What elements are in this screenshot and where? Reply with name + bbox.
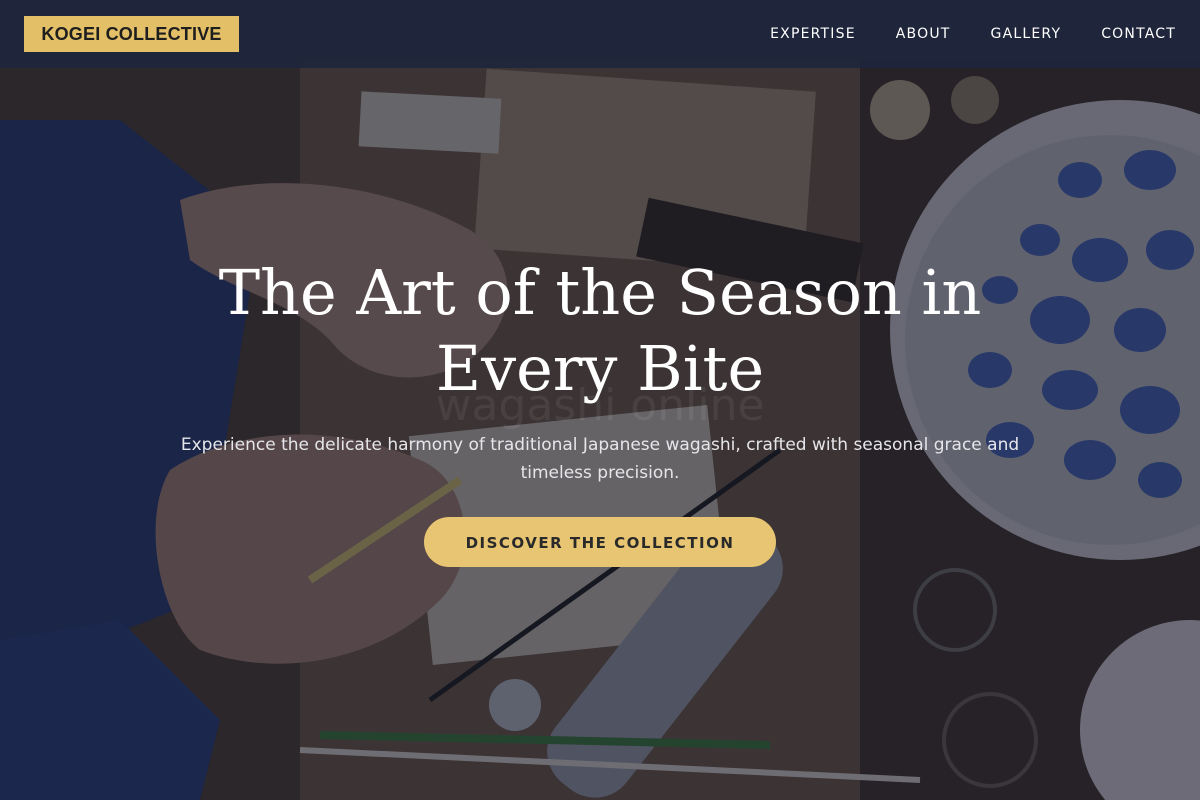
nav-links: EXPERTISE ABOUT GALLERY CONTACT	[730, 0, 1176, 68]
nav-link-gallery[interactable]: GALLERY	[991, 26, 1062, 42]
nav-link-expertise[interactable]: EXPERTISE	[770, 26, 856, 42]
top-navbar: KOGEI COLLECTIVE EXPERTISE ABOUT GALLERY…	[0, 0, 1200, 68]
hero-subtitle: Experience the delicate harmony of tradi…	[180, 435, 1020, 483]
nav-link-contact[interactable]: CONTACT	[1101, 26, 1176, 42]
brand-logo[interactable]: KOGEI COLLECTIVE	[24, 16, 239, 52]
hero-content: The Art of the Season in Every Bite Expe…	[0, 255, 1200, 567]
discover-collection-button[interactable]: DISCOVER THE COLLECTION	[424, 517, 776, 567]
nav-link-about[interactable]: ABOUT	[896, 26, 951, 42]
hero-title: The Art of the Season in Every Bite	[218, 256, 982, 405]
